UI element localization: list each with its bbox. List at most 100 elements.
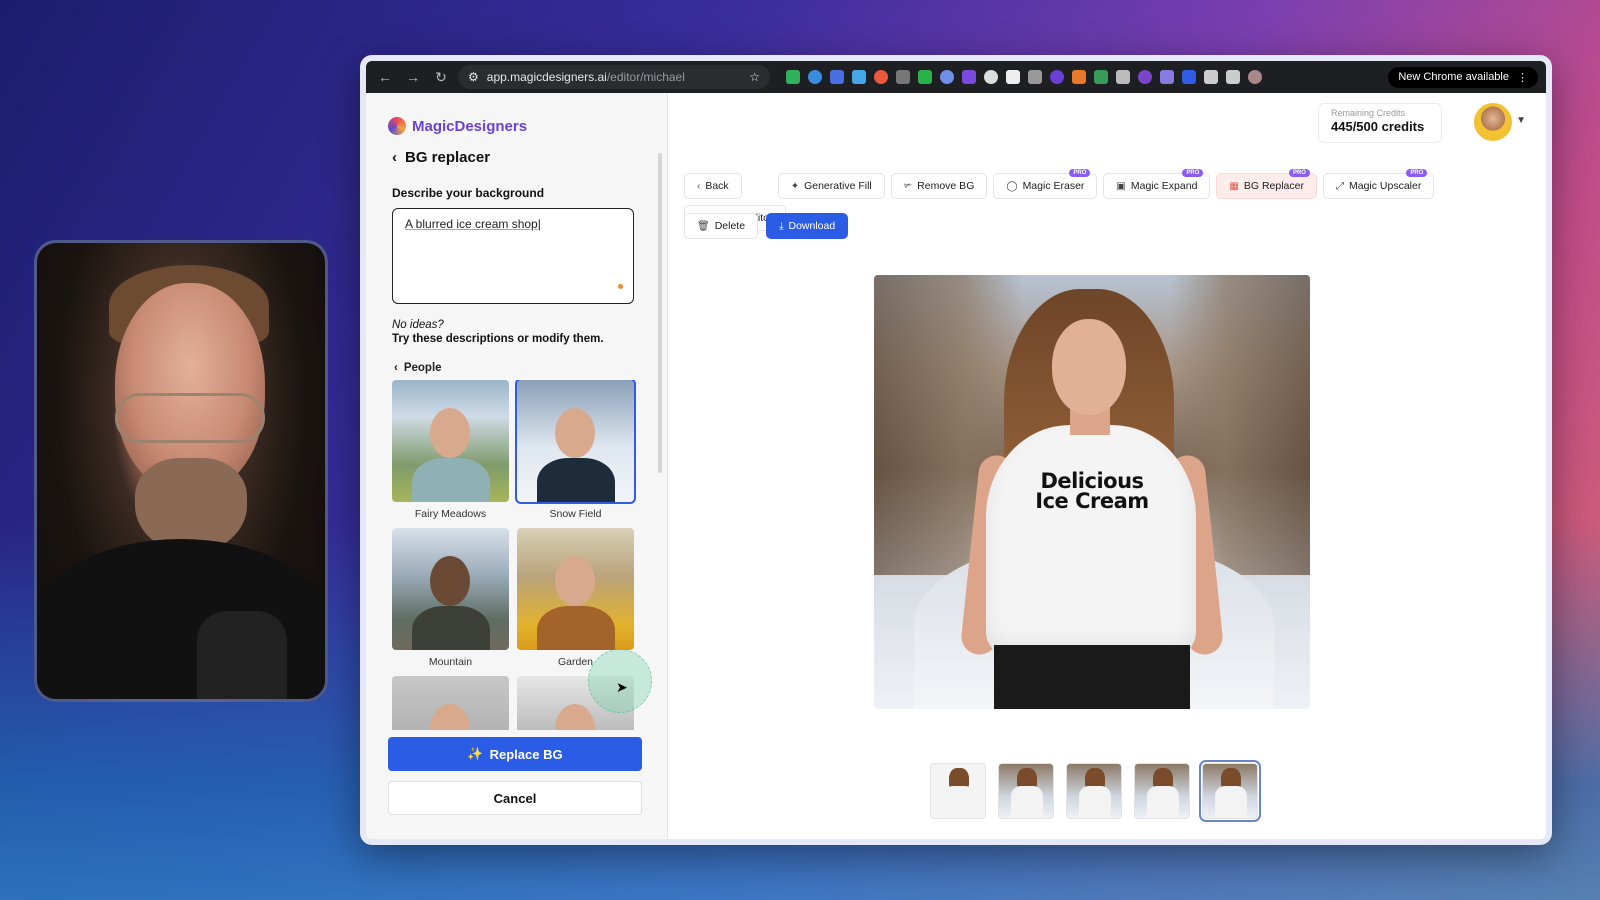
magic-upscaler-button[interactable]: PRO ⤢ Magic Upscaler xyxy=(1322,169,1435,199)
delete-label: Delete xyxy=(714,220,746,232)
generative-fill-label: Generative Fill xyxy=(804,180,872,192)
variation-thumbnails xyxy=(930,760,1261,822)
bg-replacer-button[interactable]: PRO ▦ BG Replacer xyxy=(1216,169,1317,199)
variation-thumbnail-selected[interactable] xyxy=(1199,760,1261,822)
credits-label: Remaining Credits xyxy=(1331,108,1406,118)
profile-icon[interactable] xyxy=(1248,70,1262,84)
chevron-left-icon[interactable]: ‹ xyxy=(392,149,397,166)
preset-label: Snow Field xyxy=(549,508,602,520)
background-prompt-input[interactable]: A blurred ice cream shop| xyxy=(392,208,634,304)
pro-badge: PRO xyxy=(1406,169,1428,177)
extension-icon[interactable] xyxy=(962,70,976,84)
extension-icon[interactable] xyxy=(984,70,998,84)
extension-icon[interactable] xyxy=(1138,70,1152,84)
action-toolbar: 🗑 Delete ⤓ Download xyxy=(684,213,849,239)
preset-thumbnail[interactable] xyxy=(392,528,509,650)
brand-logo[interactable]: MagicDesigners xyxy=(388,117,645,135)
eraser-icon: ◯ xyxy=(1006,180,1018,192)
preset-card[interactable]: Fairy Meadows xyxy=(392,380,509,520)
left-panel: MagicDesigners ‹ BG replacer Describe yo… xyxy=(366,93,668,839)
extension-icon[interactable] xyxy=(1006,70,1020,84)
extension-icon[interactable] xyxy=(1116,70,1130,84)
credits-display: Remaining Credits 445/500 credits xyxy=(1318,103,1442,143)
chevron-down-icon[interactable]: ▼ xyxy=(1516,115,1526,126)
extension-icon[interactable] xyxy=(896,70,910,84)
reload-icon[interactable]: ↻ xyxy=(430,66,452,88)
delete-button[interactable]: 🗑 Delete xyxy=(684,213,759,239)
ideas-line-1: No ideas? xyxy=(392,319,444,331)
variation-thumbnail[interactable] xyxy=(1066,763,1122,819)
generative-fill-button[interactable]: ✦ Generative Fill xyxy=(777,173,885,199)
pro-badge: PRO xyxy=(1288,169,1310,177)
forward-arrow-icon[interactable]: → xyxy=(402,66,424,88)
grammar-indicator-icon[interactable] xyxy=(618,284,623,289)
extension-icon[interactable] xyxy=(918,70,932,84)
extension-icon[interactable] xyxy=(852,70,866,84)
category-back-button[interactable]: ‹ People xyxy=(394,362,645,374)
magic-eraser-label: Magic Eraser xyxy=(1022,180,1085,192)
magic-upscaler-label: Magic Upscaler xyxy=(1348,180,1422,192)
thumb-torso xyxy=(412,606,490,650)
user-avatar[interactable] xyxy=(1474,103,1512,141)
pro-badge: PRO xyxy=(1069,169,1091,177)
site-settings-icon[interactable]: ⚙ xyxy=(468,70,479,84)
prompt-text: A blurred ice cream shop xyxy=(405,217,538,231)
variation-thumbnail[interactable] xyxy=(998,763,1054,819)
download-button[interactable]: ⤓ Download xyxy=(766,213,849,239)
variation-thumbnail[interactable] xyxy=(1134,763,1190,819)
extension-icon[interactable] xyxy=(1160,70,1174,84)
preset-thumbnail[interactable] xyxy=(517,528,634,650)
preset-card[interactable]: Garden xyxy=(517,528,634,668)
extension-icon[interactable] xyxy=(1094,70,1108,84)
main-image-preview[interactable]: Delicious Ice Cream xyxy=(874,275,1310,709)
extension-icon[interactable] xyxy=(808,70,822,84)
mini-shirt xyxy=(1079,786,1111,818)
variation-thumbnail[interactable] xyxy=(930,763,986,819)
url-path: /editor/michael xyxy=(606,70,685,84)
cancel-label: Cancel xyxy=(493,790,537,806)
address-bar[interactable]: ⚙ app.magicdesigners.ai/editor/michael ☆ xyxy=(458,65,770,89)
bg-replacer-label: BG Replacer xyxy=(1243,180,1304,192)
extension-icon[interactable] xyxy=(786,70,800,84)
extension-icon[interactable] xyxy=(1072,70,1086,84)
app-root: MagicDesigners ‹ BG replacer Describe yo… xyxy=(366,93,1546,839)
magic-expand-label: Magic Expand xyxy=(1130,180,1198,192)
extension-icon[interactable] xyxy=(1050,70,1064,84)
panel-scrollbar[interactable] xyxy=(658,153,662,473)
remove-bg-icon: ✃ xyxy=(903,180,913,192)
ideas-line-2: Try these descriptions or modify them. xyxy=(392,333,604,345)
extension-icon[interactable] xyxy=(1182,70,1196,84)
preset-card[interactable]: Mountain xyxy=(392,528,509,668)
extensions-puzzle-icon[interactable] xyxy=(1204,70,1218,84)
back-arrow-icon[interactable]: ← xyxy=(374,66,396,88)
chevron-left-icon: ‹ xyxy=(394,362,398,374)
preset-card[interactable] xyxy=(392,676,509,730)
thumb-face xyxy=(555,556,595,606)
extension-icon[interactable] xyxy=(940,70,954,84)
remove-bg-button[interactable]: ✃ Remove BG xyxy=(890,173,988,199)
magic-eraser-button[interactable]: PRO ◯ Magic Eraser xyxy=(993,169,1098,199)
new-chrome-available-button[interactable]: New Chrome available ⋮ xyxy=(1388,66,1538,88)
browser-toolbar: ← → ↻ ⚙ app.magicdesigners.ai/editor/mic… xyxy=(366,61,1546,93)
thumb-face xyxy=(430,556,470,606)
extension-icon[interactable] xyxy=(830,70,844,84)
kebab-menu-icon[interactable]: ⋮ xyxy=(1517,71,1528,84)
model-pants xyxy=(994,645,1190,709)
back-button[interactable]: ‹ Back xyxy=(684,173,742,199)
cancel-button[interactable]: Cancel xyxy=(388,781,642,815)
preset-card[interactable]: Snow Field xyxy=(515,380,636,520)
preset-thumbnail[interactable] xyxy=(392,380,509,502)
extension-icon[interactable] xyxy=(1028,70,1042,84)
download-icon[interactable] xyxy=(1226,70,1240,84)
preset-thumbnail[interactable] xyxy=(392,676,509,730)
section-title: BG replacer xyxy=(405,149,491,166)
microphone xyxy=(197,611,287,699)
extension-icon[interactable] xyxy=(874,70,888,84)
magic-expand-button[interactable]: PRO ▣ Magic Expand xyxy=(1103,169,1211,199)
preset-thumbnail[interactable] xyxy=(515,380,636,504)
editor-canvas-area: Remaining Credits 445/500 credits ▼ ‹ Bac… xyxy=(668,93,1546,839)
replace-bg-button[interactable]: ✨ Replace BG xyxy=(388,737,642,771)
mini-shirt xyxy=(943,786,975,818)
bookmark-star-icon[interactable]: ☆ xyxy=(749,70,760,84)
preset-label: Fairy Meadows xyxy=(414,508,487,520)
